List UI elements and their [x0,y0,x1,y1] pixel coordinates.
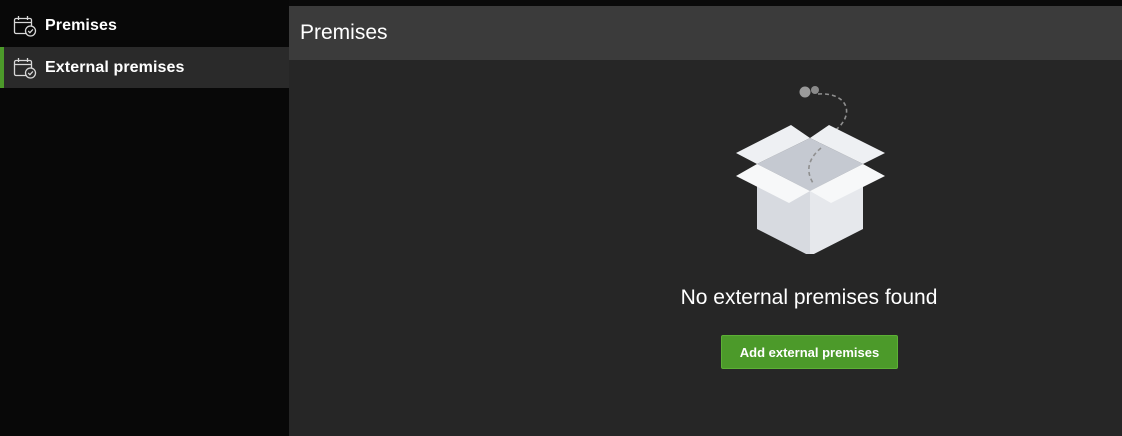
add-external-premises-button[interactable]: Add external premises [721,335,898,369]
sidebar: Premises External premises [0,0,289,436]
sidebar-item-external-premises[interactable]: External premises [0,47,289,88]
sidebar-item-premises[interactable]: Premises [0,5,289,46]
sidebar-item-label: Premises [45,16,117,34]
main-panel: Premises No external premises found Add … [289,6,1122,436]
calendar-check-icon [13,57,37,79]
page-header: Premises [289,6,1122,60]
sidebar-item-label: External premises [45,58,185,76]
calendar-check-icon [13,15,37,37]
open-box-icon [721,74,901,256]
empty-state-message: No external premises found [680,286,938,309]
app-window: Premises External premises Premises No e… [0,0,1122,436]
page-title: Premises [300,21,388,44]
